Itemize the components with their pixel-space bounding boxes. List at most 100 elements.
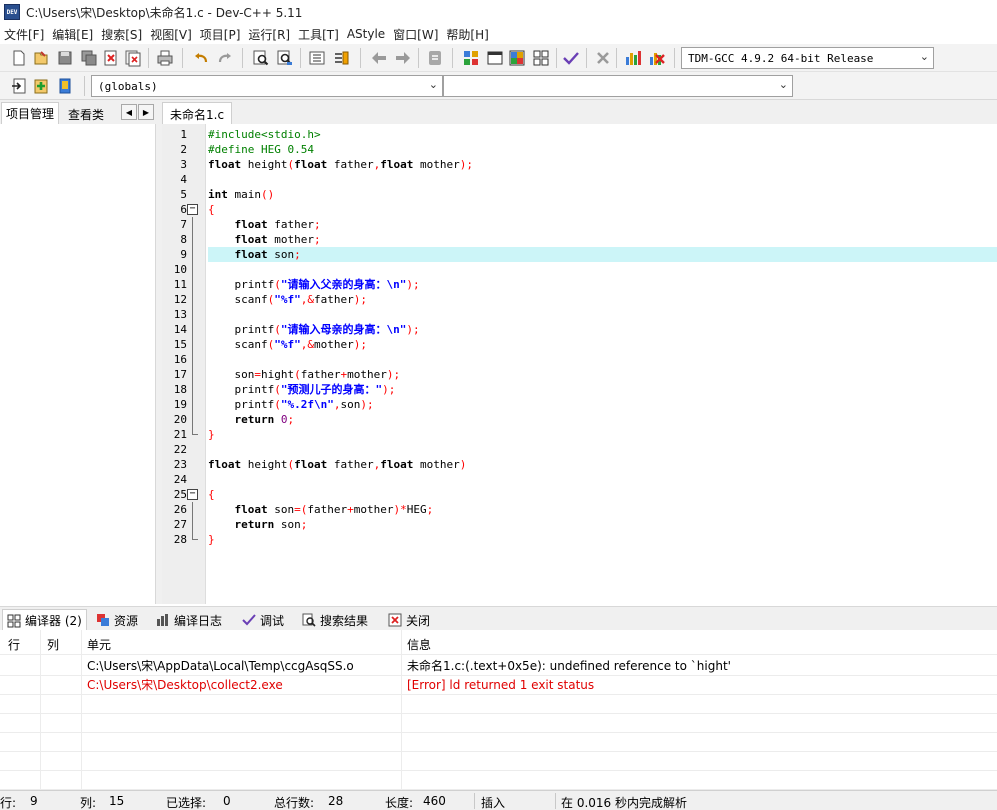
- goto-line-icon[interactable]: [426, 49, 444, 67]
- new-file-icon[interactable]: [10, 49, 28, 67]
- menu-astyle[interactable]: AStyle: [345, 27, 391, 41]
- run-icon[interactable]: [486, 49, 504, 67]
- code-line[interactable]: 3 float height(float father,float mother)…: [180, 157, 997, 172]
- bookmark-icon[interactable]: [56, 77, 74, 95]
- rebuild-all-icon[interactable]: [532, 49, 550, 67]
- fold-toggle-icon[interactable]: −: [187, 489, 198, 500]
- compile-run-icon[interactable]: [508, 49, 526, 67]
- tab-compile-log[interactable]: 编译日志: [152, 609, 226, 631]
- replace-icon[interactable]: [276, 49, 294, 67]
- chevron-right-icon[interactable]: ▶: [138, 104, 154, 120]
- add-to-project-icon[interactable]: [32, 77, 50, 95]
- menu-view[interactable]: 视图[V]: [148, 26, 198, 43]
- tab-debug[interactable]: 调试: [238, 609, 288, 631]
- indent-icon[interactable]: [308, 49, 326, 67]
- tab-search-results[interactable]: 搜索结果: [298, 609, 372, 631]
- menu-tools[interactable]: 工具[T]: [296, 26, 345, 43]
- code-line[interactable]: 27 return son;: [174, 517, 997, 532]
- redo-icon[interactable]: [216, 49, 234, 67]
- save-all-icon[interactable]: [80, 49, 98, 67]
- message-row-empty: [0, 695, 997, 714]
- code-line[interactable]: 15 scanf("%f",&mother);: [174, 337, 997, 352]
- code-line[interactable]: 26 float son=(father+mother)*HEG;: [174, 502, 997, 517]
- menu-help[interactable]: 帮助[H]: [444, 26, 494, 43]
- code-line[interactable]: 6−{: [180, 202, 997, 217]
- code-line[interactable]: 21}: [174, 427, 997, 442]
- profile-analysis-icon[interactable]: [624, 49, 642, 67]
- code-line[interactable]: 14 printf("请输入母亲的身高：\n");: [174, 322, 997, 337]
- tab-project-manager[interactable]: 项目管理: [1, 102, 60, 124]
- syntax-check-icon[interactable]: [562, 49, 580, 67]
- bookmark-previous-icon[interactable]: [370, 49, 388, 67]
- tab-file[interactable]: 未命名1.c: [162, 102, 233, 124]
- code-line[interactable]: 4: [180, 172, 997, 187]
- stop-execution-icon[interactable]: [594, 49, 612, 67]
- close-all-icon[interactable]: [124, 49, 142, 67]
- save-icon[interactable]: [56, 49, 74, 67]
- code-line[interactable]: 9 float son;: [180, 247, 997, 262]
- code-line[interactable]: 25−{: [174, 487, 997, 502]
- tab-class-browser[interactable]: 查看类: [64, 104, 108, 124]
- class-toolbar: (globals) ⌄ ⌄: [0, 72, 997, 100]
- compiler-select[interactable]: TDM-GCC 4.9.2 64-bit Release ⌄: [681, 47, 934, 69]
- code-editor[interactable]: 1 #include<stdio.h> 2 #define HEG 0.54 3 floa…: [162, 124, 997, 604]
- code-line[interactable]: 11 printf("请输入父亲的身高：\n");: [174, 277, 997, 292]
- code-line[interactable]: 13: [174, 307, 997, 322]
- compiler-messages[interactable]: 行 列 单元 信息 C:\Users\宋\AppData\Local\Temp\…: [0, 630, 997, 790]
- code-line[interactable]: 8 float mother;: [180, 232, 997, 247]
- symbol-select[interactable]: ⌄: [443, 75, 793, 97]
- code-line[interactable]: 22: [174, 442, 997, 457]
- tab-compiler[interactable]: 编译器 (2): [2, 609, 87, 631]
- code-line[interactable]: 28}: [174, 532, 997, 547]
- toggle-comment-icon[interactable]: [332, 49, 350, 67]
- message-row[interactable]: C:\Users\宋\Desktop\collect2.exe [Error] …: [0, 676, 997, 695]
- code-line[interactable]: 19 printf("%.2f\n",son);: [174, 397, 997, 412]
- menu-edit[interactable]: 编辑[E]: [50, 26, 99, 43]
- menu-search[interactable]: 搜索[S]: [99, 26, 148, 43]
- code-line[interactable]: 1 #include<stdio.h>: [180, 127, 997, 142]
- toolbar-separator: [300, 48, 301, 68]
- bookmark-next-icon[interactable]: [394, 49, 412, 67]
- code-line[interactable]: 24: [174, 472, 997, 487]
- find-icon[interactable]: [252, 49, 270, 67]
- code-token: {: [208, 488, 215, 501]
- header-unit[interactable]: 单元: [87, 636, 111, 655]
- header-message[interactable]: 信息: [407, 636, 431, 655]
- code-line[interactable]: 7 float father;: [180, 217, 997, 232]
- tab-resources[interactable]: 资源: [92, 609, 142, 631]
- fold-toggle-icon[interactable]: −: [187, 204, 198, 215]
- code-token: float: [234, 248, 268, 261]
- message-row[interactable]: C:\Users\宋\AppData\Local\Temp\ccgAsqSS.o…: [0, 657, 997, 676]
- tab-close[interactable]: 关闭: [384, 609, 434, 631]
- code-line[interactable]: 5 int main(): [180, 187, 997, 202]
- code-line[interactable]: 20 return 0;: [174, 412, 997, 427]
- undo-icon[interactable]: [192, 49, 210, 67]
- header-column[interactable]: 列: [47, 636, 59, 655]
- code-line[interactable]: 18 printf("预测儿子的身高：");: [174, 382, 997, 397]
- scope-select[interactable]: (globals) ⌄: [91, 75, 443, 97]
- menu-run[interactable]: 运行[R]: [246, 26, 296, 43]
- code-line[interactable]: 2 #define HEG 0.54: [180, 142, 997, 157]
- open-file-icon[interactable]: [32, 49, 50, 67]
- code-line[interactable]: 10: [174, 262, 997, 277]
- code-area[interactable]: 1 #include<stdio.h> 2 #define HEG 0.54 3 floa…: [174, 127, 997, 547]
- app-icon[interactable]: DEV: [4, 4, 20, 20]
- code-line[interactable]: 23 float height(float father,float mother…: [174, 457, 997, 472]
- compile-icon[interactable]: [462, 49, 480, 67]
- status-insert-mode[interactable]: 插入: [481, 794, 505, 810]
- chevron-left-icon[interactable]: ◀: [121, 104, 137, 120]
- code-token: HEG: [406, 503, 427, 516]
- insert-icon[interactable]: [10, 77, 28, 95]
- header-line[interactable]: 行: [8, 636, 20, 655]
- code-line[interactable]: 12 scanf("%f",&father);: [174, 292, 997, 307]
- delete-profile-icon[interactable]: [648, 49, 666, 67]
- project-tree[interactable]: [0, 124, 156, 604]
- code-token: ;: [313, 233, 321, 246]
- print-icon[interactable]: [156, 49, 174, 67]
- code-line[interactable]: 16: [174, 352, 997, 367]
- close-file-icon[interactable]: [102, 49, 120, 67]
- menu-project[interactable]: 项目[P]: [198, 26, 247, 43]
- menu-file[interactable]: 文件[F]: [2, 26, 50, 43]
- code-line[interactable]: 17 son=hight(father+mother);: [174, 367, 997, 382]
- menu-window[interactable]: 窗口[W]: [391, 26, 444, 43]
